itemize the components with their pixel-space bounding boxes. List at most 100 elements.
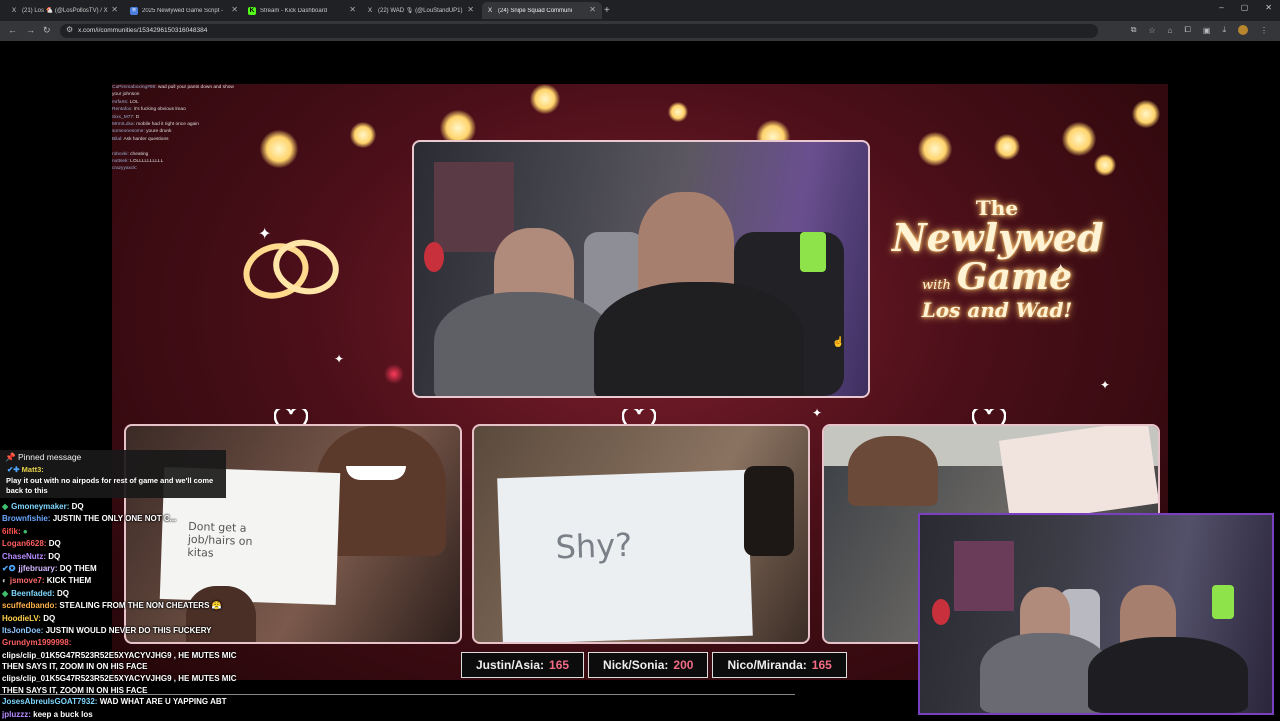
- chat-message: ◆ Beenfaded: DQ: [2, 588, 69, 598]
- answer-card-2: Shy?: [497, 469, 753, 642]
- browser-tab-bar: X (21) Los 🐔 (@LosPollosTV) / X ✕ ≡ 2025…: [0, 0, 1280, 21]
- install-icon[interactable]: ⧉: [1131, 25, 1137, 35]
- menu-icon[interactable]: ⋮: [1260, 26, 1268, 35]
- pinned-text: Play it out with no airpods for rest of …: [6, 476, 214, 495]
- chat-username[interactable]: Gmoneymaker:: [11, 502, 69, 511]
- address-bar[interactable]: ⚙ x.com/i/communities/153429615031604838…: [60, 24, 1098, 38]
- maximize-icon[interactable]: ▢: [1241, 3, 1249, 12]
- light-bokeh: [384, 364, 404, 384]
- decor: [424, 242, 444, 272]
- webcam-overlay: [918, 513, 1274, 715]
- chat-message: ◆ Gmoneymaker: DQ: [2, 502, 84, 511]
- pinned-message[interactable]: 📌 Pinned message ✔✚ Matt3: Play it out w…: [0, 450, 226, 498]
- answer-text: Shy?: [554, 525, 633, 567]
- x-logo-icon: X: [11, 6, 17, 14]
- tab-4[interactable]: X (22) WAD 🎙 (@LouStandUP1) ✕: [366, 2, 474, 19]
- close-icon[interactable]: ✕: [589, 5, 596, 14]
- chat-username[interactable]: Logan6628:: [2, 539, 46, 548]
- close-icon[interactable]: ✕: [349, 5, 356, 14]
- score-justin-asia: Justin/Asia: 165: [461, 652, 585, 678]
- reload-icon[interactable]: ↻: [43, 25, 51, 36]
- score-nick-sonia: Nick/Sonia: 200: [588, 652, 709, 678]
- decor: [932, 599, 950, 625]
- tab-3[interactable]: K Stream - Kick Dashboard ✕: [248, 2, 356, 19]
- tab-title: (22) WAD 🎙 (@LouStandUP1): [378, 8, 463, 14]
- close-icon[interactable]: ✕: [231, 5, 238, 14]
- chat-message: jpluzzz: keep a buck los: [2, 709, 93, 719]
- site-settings-icon[interactable]: ⚙: [66, 25, 73, 34]
- chat-username[interactable]: ItsJonDoe:: [2, 626, 43, 635]
- chat-username[interactable]: scuffedbando:: [2, 601, 57, 610]
- chat-username[interactable]: HoodieLV:: [2, 614, 41, 623]
- title-with: with: [922, 278, 951, 293]
- badge-icon: ◐: [2, 576, 7, 586]
- light-bokeh: [918, 132, 952, 166]
- close-window-icon[interactable]: ✕: [1265, 3, 1272, 12]
- chat-username[interactable]: Grundym1999998:: [2, 638, 71, 647]
- contestant-panel-2: Shy?: [472, 424, 810, 644]
- download-icon[interactable]: ⤓: [1222, 25, 1226, 35]
- tab-2[interactable]: ≡ 2025 Newlywed Game Script - ✕: [130, 2, 238, 19]
- chat-username[interactable]: 6ifik:: [2, 527, 21, 536]
- tab-1[interactable]: X (21) Los 🐔 (@LosPollosTV) / X ✕: [10, 2, 118, 19]
- chat-username[interactable]: jsmove7:: [10, 576, 45, 585]
- chat-message: JosesAbreuIsGOAT7932: WAD WHAT ARE U YAP…: [2, 697, 227, 707]
- badge-icon: ✔✪: [2, 564, 16, 574]
- person-body: [1088, 637, 1248, 713]
- chat-message: 6ifik: ●: [2, 526, 28, 536]
- light-bokeh: [668, 102, 688, 122]
- overlay-chat-line: nuttsek: LOLLLLLLLLLL: [112, 159, 164, 165]
- led-light: [800, 232, 826, 272]
- contestant-head: [848, 436, 938, 506]
- light-bokeh: [994, 134, 1020, 160]
- chat-message: Logan6628: DQ: [2, 539, 61, 549]
- minimize-icon[interactable]: –: [1219, 3, 1223, 12]
- puzzle-icon[interactable]: ⧠: [1184, 25, 1190, 35]
- answer-card-3: [998, 426, 1158, 525]
- overlay-chat-line: someonesome: youre drunk: [112, 129, 172, 135]
- poster: [434, 162, 514, 252]
- overlay-chat-line: Bilal: Ask harder questions: [112, 136, 169, 142]
- chat-username[interactable]: Brownfishie:: [2, 514, 50, 523]
- chat-username[interactable]: JosesAbreuIsGOAT7932:: [2, 697, 97, 706]
- sidepanel-icon[interactable]: ▣: [1203, 26, 1211, 35]
- chat-message: THEN SAYS IT, ZOOM IN ON HIS FACE: [2, 662, 148, 672]
- close-icon[interactable]: ✕: [111, 5, 118, 14]
- chat-message: clips/clip_01K5G47R523R52E5XYACYVJHG9 , …: [2, 650, 237, 660]
- forward-icon[interactable]: →: [26, 25, 35, 35]
- light-bokeh: [1132, 100, 1160, 128]
- hand-cursor-icon: ☝: [832, 337, 845, 348]
- light-bokeh: [530, 84, 560, 114]
- bookmark-star-icon[interactable]: ☆: [1148, 26, 1155, 35]
- title-hosts: Los and Wad!: [921, 298, 1073, 322]
- light-bokeh: [350, 122, 376, 148]
- progress-divider: [0, 694, 795, 695]
- title-newlywed: Newlywed: [892, 215, 1104, 260]
- chat-username[interactable]: jpluzzz:: [2, 710, 31, 719]
- live-chat: ◆ Gmoneymaker: DQ Brownfishie: JUSTIN THE…: [2, 501, 302, 721]
- light-bokeh: [1062, 122, 1096, 156]
- person-body: [434, 292, 614, 396]
- back-icon[interactable]: ←: [8, 25, 17, 35]
- overlay-chat-line: MrmrLdsa: mobile had it right once again: [112, 122, 199, 128]
- window-controls: – ▢ ✕: [1219, 3, 1272, 12]
- smile: [346, 466, 406, 480]
- overlay-chat-line: robovki: cheating: [112, 151, 149, 157]
- chat-message: Grundym1999998:: [2, 637, 302, 649]
- chat-message: clips/clip_01K5G47R523R52E5XYACYVJHG9 , …: [2, 674, 237, 684]
- chat-message: HoodieLV: DQ: [2, 613, 56, 623]
- extension-icon[interactable]: ⌂: [1168, 26, 1173, 35]
- pinned-username[interactable]: ✔✚ Matt3:: [7, 465, 44, 474]
- badge-icon: ◆: [2, 588, 9, 598]
- show-title: The Newlywed with Game Los and Wad!: [892, 196, 1104, 322]
- close-icon[interactable]: ✕: [467, 5, 474, 14]
- profile-avatar[interactable]: [1238, 25, 1248, 35]
- x-logo-icon: X: [367, 6, 373, 14]
- overlay-chat-line: your johnson: [112, 92, 140, 98]
- chat-username[interactable]: Beenfaded:: [11, 589, 55, 598]
- chat-username[interactable]: jjfebruary:: [18, 564, 57, 573]
- tab-5-active[interactable]: X (24) Snipe Squad Communi ✕: [482, 2, 602, 19]
- poster: [954, 541, 1014, 611]
- chat-username[interactable]: ChaseNutz:: [2, 552, 46, 561]
- new-tab-button[interactable]: +: [604, 2, 610, 19]
